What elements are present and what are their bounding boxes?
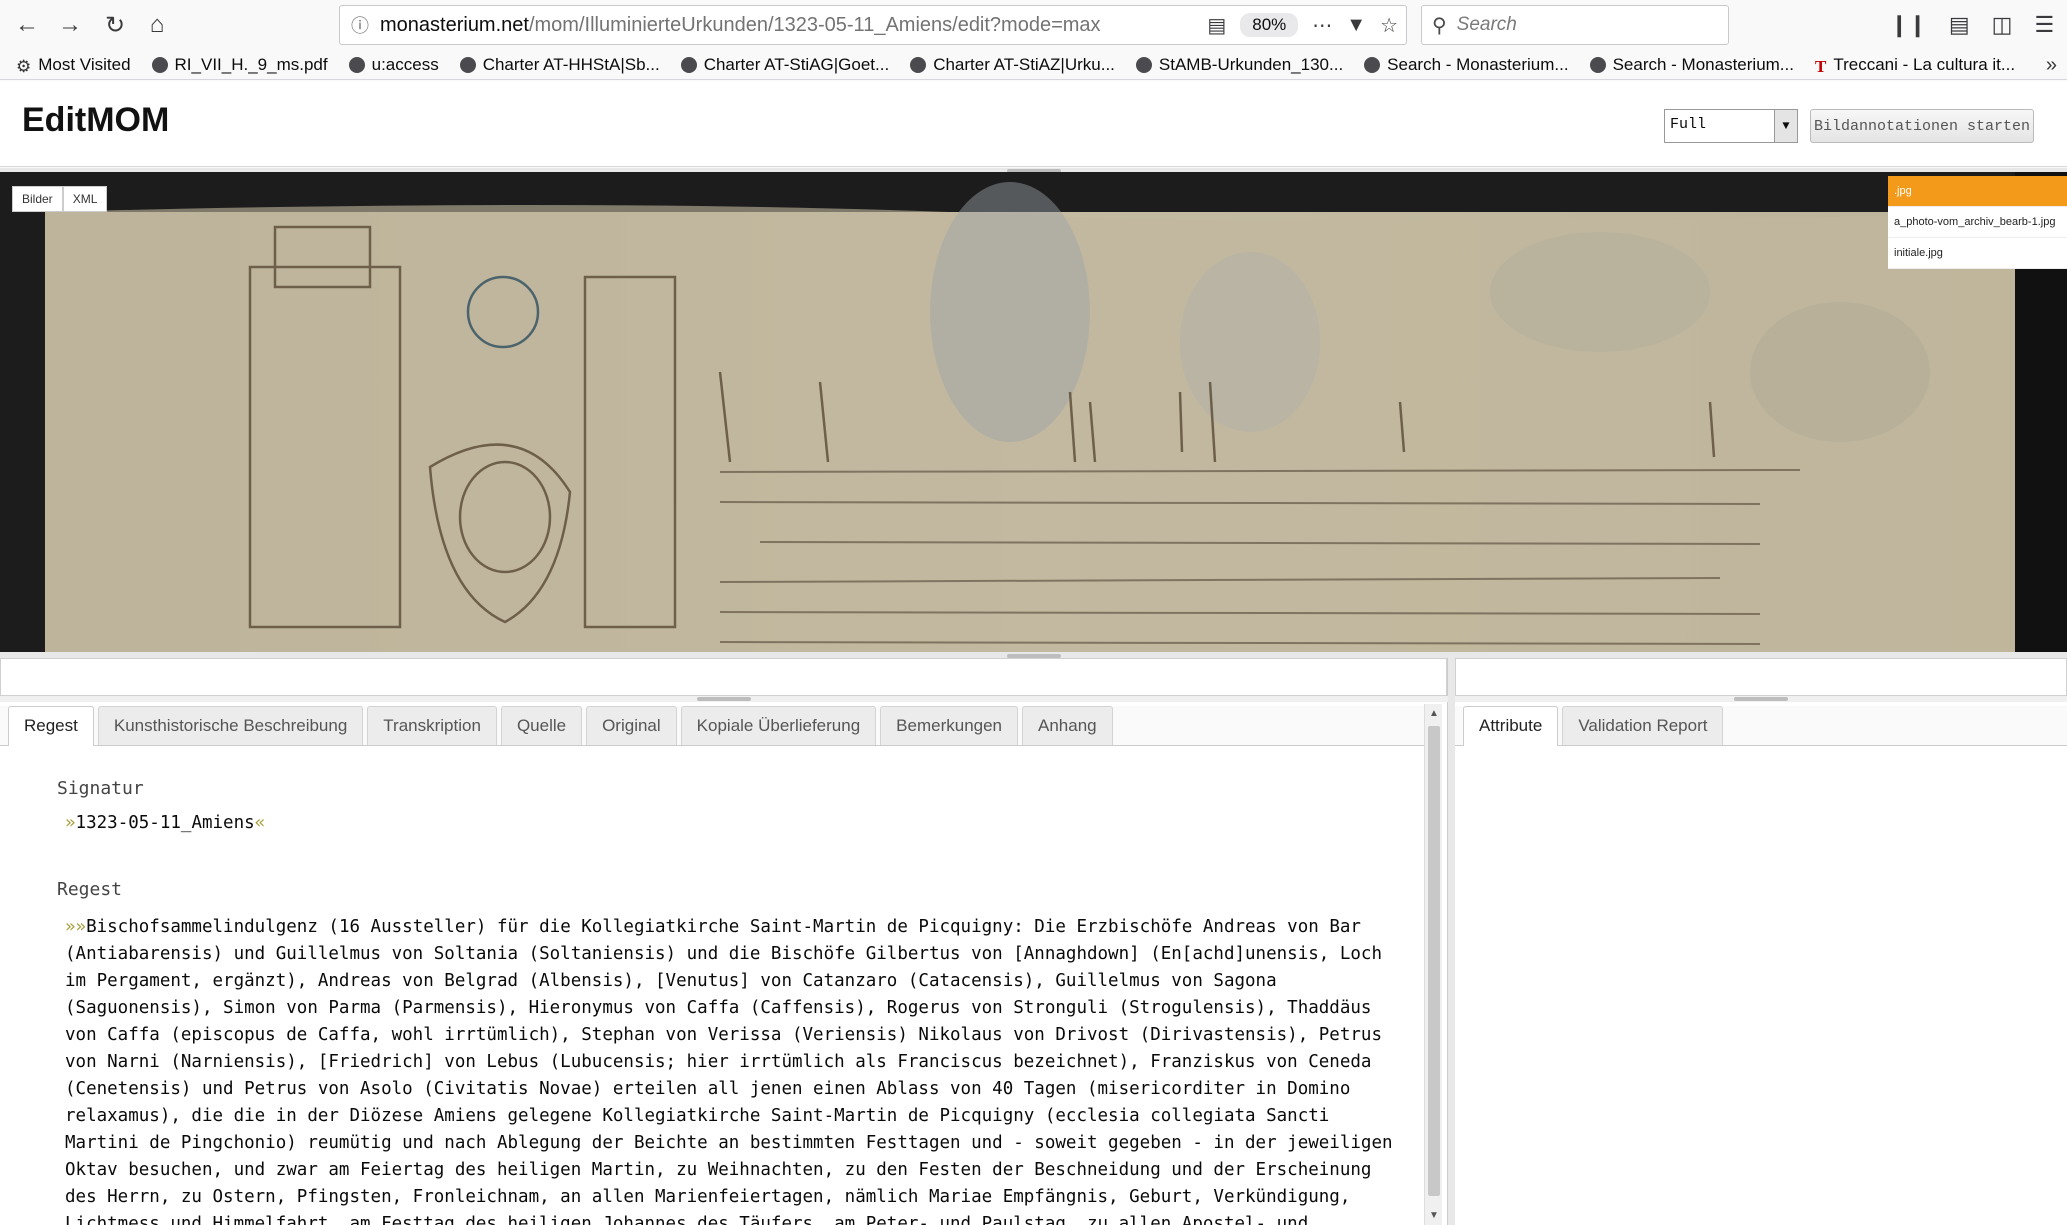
tab-kopiale-überlieferung[interactable]: Kopiale Überlieferung: [680, 706, 877, 745]
bookmark-label: Search - Monasterium...: [1612, 54, 1794, 74]
bookmark-item[interactable]: T Treccani - La cultura it...: [1814, 54, 2016, 76]
scrollbar-thumb[interactable]: [1428, 726, 1440, 1196]
pocket-icon[interactable]: ▼: [1346, 14, 1366, 37]
bookmark-label: u:access: [371, 54, 439, 74]
start-annotation-button[interactable]: Bildannotationen starten: [1810, 109, 2034, 143]
viewer-mode-tabs: Bilder XML: [12, 186, 108, 212]
treccani-icon: T: [1814, 56, 1827, 76]
bookmark-item[interactable]: Charter AT-StiAZ|Urku...: [910, 55, 1115, 75]
tab-xml[interactable]: XML: [62, 186, 108, 212]
image-list-item[interactable]: .jpg: [1888, 176, 2067, 207]
bookmark-item[interactable]: Search - Monasterium...: [1364, 54, 1569, 75]
tab-regest[interactable]: Regest: [8, 706, 94, 746]
bookmark-label: Charter AT-HHStA|Sb...: [482, 54, 660, 74]
reader-icon[interactable]: ▤: [1949, 12, 1970, 38]
library-icon[interactable]: ❙❙: [1890, 12, 1927, 38]
image-list: .jpg a_photo-vom_archiv_bearb-1.jpg init…: [1888, 176, 2067, 269]
regest-text[interactable]: »»Bischofsammelindulgenz (16 Aussteller)…: [65, 914, 1405, 1225]
tab-kunsthistorische-beschreibung[interactable]: Kunsthistorische Beschreibung: [97, 706, 364, 745]
search-icon: ⚲: [1432, 14, 1447, 37]
image-list-item[interactable]: initiale.jpg: [1888, 238, 2067, 269]
editor-top-box: [0, 658, 1447, 696]
page-actions-icon[interactable]: ⋯: [1312, 13, 1332, 38]
browser-toolbar: ← → ↻ ⌂ ⓘ monasterium.net/mom/Illuminier…: [0, 0, 2067, 50]
app-header: EditMOM Full ▼ Bildannotationen starten: [0, 81, 2067, 167]
url-bar[interactable]: ⓘ monasterium.net/mom/IlluminierteUrkund…: [339, 5, 1407, 45]
tab-attribute[interactable]: Attribute: [1463, 706, 1559, 746]
globe-icon: [1135, 56, 1152, 73]
signatur-value[interactable]: »1323-05-11_Amiens«: [65, 813, 1422, 833]
scroll-down-icon[interactable]: ▼: [1429, 1210, 1439, 1221]
globe-icon: [151, 56, 168, 73]
back-icon[interactable]: ←: [10, 8, 44, 42]
regest-content: Signatur »1323-05-11_Amiens« Regest »»Bi…: [0, 748, 1422, 1225]
charter-image[interactable]: [0, 172, 2067, 652]
globe-icon: [348, 56, 365, 73]
tab-transkription[interactable]: Transkription: [367, 706, 497, 745]
reload-icon[interactable]: ↻: [98, 8, 132, 42]
signatur-label: Signatur: [57, 778, 144, 799]
url-text[interactable]: monasterium.net/mom/IlluminierteUrkunden…: [380, 14, 1101, 37]
globe-icon: [1364, 56, 1381, 73]
chevron-down-icon[interactable]: ▼: [1774, 110, 1797, 142]
bookmark-item[interactable]: RI_VII_H._9_ms.pdf: [151, 54, 328, 75]
home-icon[interactable]: ⌂: [140, 8, 174, 42]
sidebar-icon[interactable]: ◫: [1992, 12, 2013, 38]
app-title: EditMOM: [22, 101, 170, 139]
regest-label: Regest: [57, 879, 123, 900]
editor-tabs: Regest Kunsthistorische Beschreibung Trans…: [0, 706, 1424, 746]
bookmark-label: Most Visited: [38, 54, 131, 74]
zoom-indicator[interactable]: 80%: [1240, 13, 1299, 37]
tab-bemerkungen[interactable]: Bemerkungen: [880, 706, 1019, 745]
bookmark-item[interactable]: Charter AT-HHStA|Sb...: [459, 54, 660, 75]
tab-anhang[interactable]: Anhang: [1022, 706, 1113, 745]
bookmark-label: Charter AT-StiAZ|Urku...: [933, 54, 1115, 74]
image-list-item[interactable]: a_photo-vom_archiv_bearb-1.jpg: [1888, 207, 2067, 238]
splitter-handle[interactable]: [0, 696, 1448, 702]
menu-icon[interactable]: ☰: [2034, 12, 2054, 38]
globe-icon: [1589, 56, 1606, 73]
side-top-box: [1455, 658, 2067, 696]
chevron-more-icon[interactable]: »: [2046, 54, 2057, 77]
bookmark-label: Charter AT-StiAG|Goet...: [703, 54, 890, 74]
side-tabs: Attribute Validation Report: [1455, 706, 2067, 746]
editor-scrollbar[interactable]: ▲ ▼: [1424, 704, 1442, 1225]
tab-quelle[interactable]: Quelle: [500, 706, 583, 745]
bookmark-label: StAMB-Urkunden_130...: [1158, 54, 1344, 74]
mode-select[interactable]: Full ▼: [1664, 109, 1798, 143]
bookmark-label: RI_VII_H._9_ms.pdf: [174, 54, 328, 74]
bookmark-item[interactable]: Charter AT-StiAG|Goet...: [680, 54, 890, 75]
gear-icon: ⚙: [16, 56, 32, 76]
scroll-up-icon[interactable]: ▲: [1429, 708, 1439, 719]
bookmark-label: Treccani - La cultura it...: [1833, 54, 2016, 74]
reader-view-icon[interactable]: ▤: [1207, 13, 1226, 38]
side-panel: Attribute Validation Report: [1455, 658, 2067, 1225]
forward-icon[interactable]: →: [53, 8, 87, 42]
tab-validation-report[interactable]: Validation Report: [1562, 706, 1724, 745]
bookmark-item[interactable]: Search - Monasterium...: [1589, 54, 1794, 75]
globe-icon: [459, 56, 476, 73]
search-input[interactable]: ⚲ Search: [1421, 5, 1729, 45]
globe-icon: [680, 56, 697, 73]
tab-original[interactable]: Original: [586, 706, 677, 745]
bookmarks-toolbar: ⚙ Most Visited RI_VII_H._9_ms.pdf u:access C…: [0, 50, 2067, 80]
charter-image-graphic: [0, 172, 2067, 652]
tab-bilder[interactable]: Bilder: [12, 186, 63, 212]
globe-icon: [910, 56, 927, 73]
bookmark-item[interactable]: u:access: [348, 54, 439, 75]
bookmark-item[interactable]: ⚙ Most Visited: [16, 54, 131, 76]
bookmark-label: Search - Monasterium...: [1387, 54, 1569, 74]
splitter-handle[interactable]: [1455, 696, 2067, 702]
info-icon[interactable]: ⓘ: [340, 12, 380, 38]
bookmark-item[interactable]: StAMB-Urkunden_130...: [1135, 54, 1344, 75]
bookmark-star-icon[interactable]: ☆: [1380, 13, 1398, 38]
